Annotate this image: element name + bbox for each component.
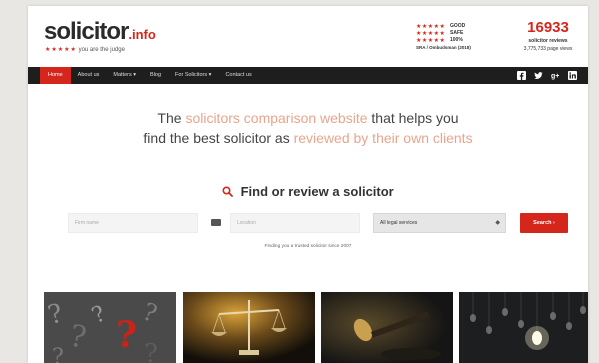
reviews-label: solicitor reviews: [528, 38, 568, 44]
rating-label: SAFE: [450, 30, 464, 36]
reviews-counter: 16933 solicitor reviews 3,775,733 page v…: [515, 20, 581, 52]
rating-stars: ★★★★★: [416, 23, 446, 30]
rating-label: 100%: [450, 37, 463, 43]
hero-line-2: find the best solicitor as reviewed by t…: [28, 128, 588, 148]
site-logo[interactable]: solicitor.info: [44, 18, 156, 46]
hero-highlight: solicitors comparison website: [185, 110, 368, 126]
svg-text:?: ?: [144, 339, 158, 363]
rating-label: GOOD: [450, 23, 466, 29]
nav-item-contact[interactable]: Contact us: [218, 67, 258, 84]
rating-summary: ★★★★★ GOOD ★★★★★ SAFE ★★★★★ 100% SRA / O…: [416, 23, 496, 55]
googleplus-icon[interactable]: g+: [550, 70, 561, 81]
search-icon: [222, 185, 236, 199]
svg-text:?: ?: [52, 345, 64, 363]
search-heading: Find or review a solicitor: [28, 184, 588, 199]
location-input[interactable]: Location: [230, 213, 360, 233]
main-nav: Home About us Matters ▾ Blog For Solicit…: [28, 67, 588, 84]
nav-item-home[interactable]: Home: [40, 67, 71, 84]
tile-lightbulbs-image[interactable]: [459, 292, 588, 363]
rating-row: ★★★★★ 100%: [416, 37, 496, 44]
nav-item-blog[interactable]: Blog: [143, 67, 168, 84]
rating-caption: SRA / Ombudsman (2018): [416, 45, 471, 50]
search-form: Firm name Location All legal services ◆ …: [68, 213, 568, 233]
search-heading-text: Find or review a solicitor: [240, 184, 394, 199]
hero-part: The: [157, 110, 186, 126]
nav-item-matters[interactable]: Matters ▾: [106, 67, 143, 84]
svg-text:g+: g+: [551, 73, 559, 80]
tile-gavel-image[interactable]: [321, 292, 453, 363]
search-button[interactable]: Search ›: [520, 213, 568, 233]
rating-stars: ★★★★★: [416, 30, 446, 37]
hero-highlight: reviewed by their own clients: [293, 130, 473, 146]
linkedin-icon[interactable]: [567, 70, 578, 81]
tile-question-marks-image[interactable]: ? ? ? ? ? ? ?: [44, 292, 176, 363]
hero-part: find the best solicitor as: [143, 130, 294, 146]
hero-line-1: The solicitors comparison website that h…: [28, 108, 588, 128]
tagline-stars: ★★★★★: [45, 47, 77, 53]
chevron-down-icon: ◆: [495, 220, 500, 226]
nav-item-for-solicitors[interactable]: For Solicitors ▾: [168, 67, 218, 84]
tagline: ★★★★★ you are the judge: [45, 46, 125, 53]
twitter-icon[interactable]: [533, 70, 544, 81]
rating-stars: ★★★★★: [416, 37, 446, 44]
tagline-text: you are the judge: [78, 47, 125, 53]
card-icon: [211, 219, 221, 226]
service-select-value: All legal services: [380, 220, 418, 226]
facebook-icon[interactable]: [516, 70, 527, 81]
logo-text: solicitor: [44, 18, 129, 45]
hero-part: that helps you: [367, 110, 459, 126]
firm-name-input[interactable]: Firm name: [68, 213, 198, 233]
nav-item-about[interactable]: About us: [71, 67, 107, 84]
logo-tld: .info: [128, 27, 156, 42]
site-header: solicitor.info ★★★★★ you are the judge ★…: [28, 6, 588, 64]
page-views: 3,775,733 page views: [523, 46, 573, 52]
rating-row: ★★★★★ SAFE: [416, 30, 496, 37]
svg-text:?: ?: [116, 314, 137, 356]
rating-row: ★★★★★ GOOD: [416, 23, 496, 30]
hero-text: The solicitors comparison website that h…: [28, 108, 588, 148]
tile-scales-image[interactable]: [183, 292, 315, 363]
service-select[interactable]: All legal services ◆: [373, 213, 506, 233]
since-text: Finding you a trusted solicitor since 20…: [264, 244, 352, 249]
browser-page: solicitor.info ★★★★★ you are the judge ★…: [28, 6, 588, 363]
reviews-count: 16933: [527, 19, 569, 36]
social-links: g+: [516, 70, 578, 81]
